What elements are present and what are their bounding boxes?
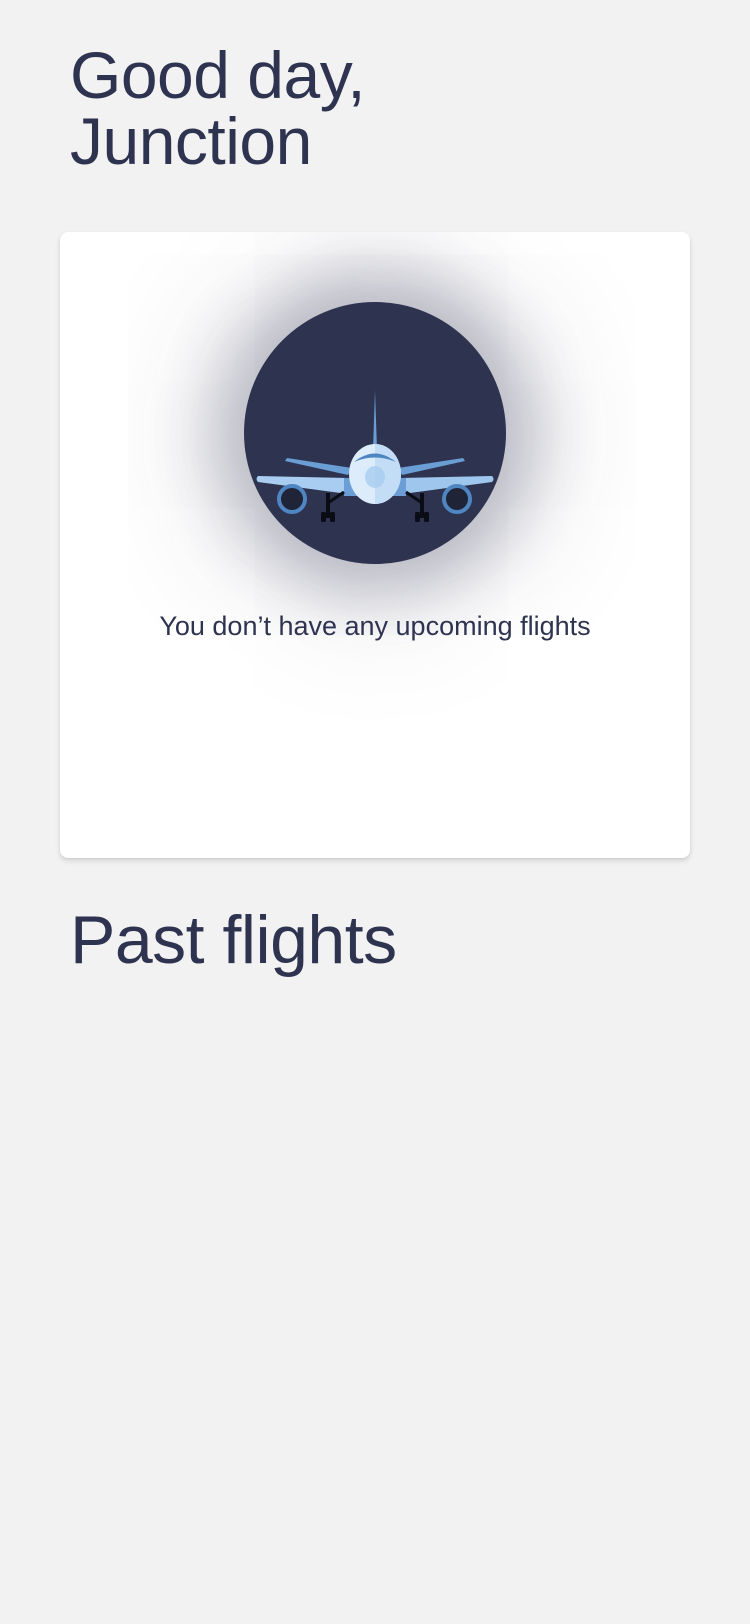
past-flights-heading: Past flights (70, 902, 397, 978)
upcoming-flights-card: You don’t have any upcoming flights (60, 232, 690, 858)
user-name: Junction (70, 104, 312, 178)
airplane-icon (244, 302, 506, 564)
greeting-heading: Good day, Junction (70, 38, 366, 178)
greeting-line: Good day, (70, 38, 366, 112)
no-upcoming-flights-message: You don’t have any upcoming flights (159, 611, 591, 641)
